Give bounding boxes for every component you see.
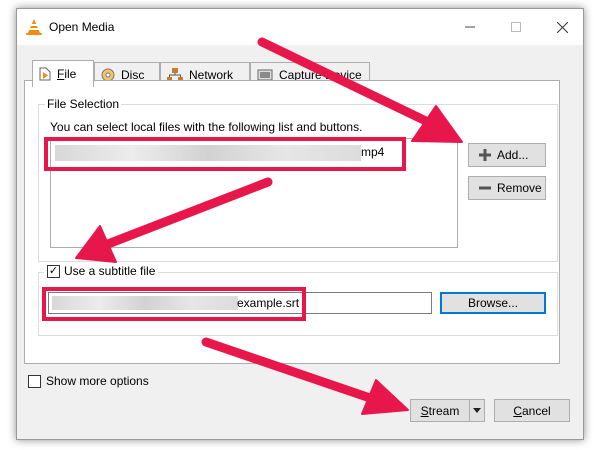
browse-button-label: Browse... <box>467 296 518 310</box>
remove-button[interactable]: Remove <box>468 176 546 200</box>
window-title: Open Media <box>49 20 115 34</box>
title-bar: Open Media <box>17 9 583 45</box>
file-selection-title: File Selection <box>45 97 122 111</box>
cancel-button-accel: C <box>513 403 522 418</box>
plus-icon <box>479 149 491 161</box>
stream-button[interactable]: Stream <box>410 399 470 422</box>
minimize-icon <box>465 26 475 28</box>
stream-dropdown-button[interactable] <box>469 399 485 422</box>
cancel-button-label-rest: ancel <box>521 403 551 418</box>
subtitle-checkbox[interactable]: ✓ <box>47 264 60 278</box>
add-button-label: Add... <box>497 148 529 162</box>
file-icon <box>39 67 51 81</box>
show-more-options-label: Show more options <box>46 374 149 388</box>
subtitle-checkbox-row[interactable]: ✓ Use a subtitle file <box>44 264 159 278</box>
cancel-button[interactable]: Cancel <box>494 399 570 422</box>
file-highlight-box <box>44 137 406 171</box>
subtitle-checkbox-label: Use a subtitle file <box>64 264 156 278</box>
close-icon <box>556 21 568 33</box>
show-more-options-checkbox[interactable] <box>28 374 41 388</box>
show-more-options-row[interactable]: Show more options <box>28 374 149 388</box>
browse-button[interactable]: Browse... <box>440 292 546 314</box>
close-button[interactable] <box>539 9 585 45</box>
subtitle-highlight-box <box>42 287 306 321</box>
minus-icon <box>479 186 491 190</box>
remove-button-label: Remove <box>497 181 542 195</box>
maximize-button[interactable] <box>493 9 539 45</box>
tab-file-label-rest: ile <box>64 67 77 81</box>
minimize-button[interactable] <box>447 9 493 45</box>
tab-file[interactable]: File <box>32 60 94 87</box>
dropdown-arrow-icon <box>473 408 481 413</box>
file-selection-hint: You can select local files with the foll… <box>50 120 363 134</box>
vlc-cone-icon <box>26 19 42 35</box>
stream-button-accel: S <box>420 403 429 418</box>
maximize-icon <box>511 22 521 32</box>
add-button[interactable]: Add... <box>468 143 546 167</box>
stream-button-label-rest: tream <box>428 403 460 418</box>
